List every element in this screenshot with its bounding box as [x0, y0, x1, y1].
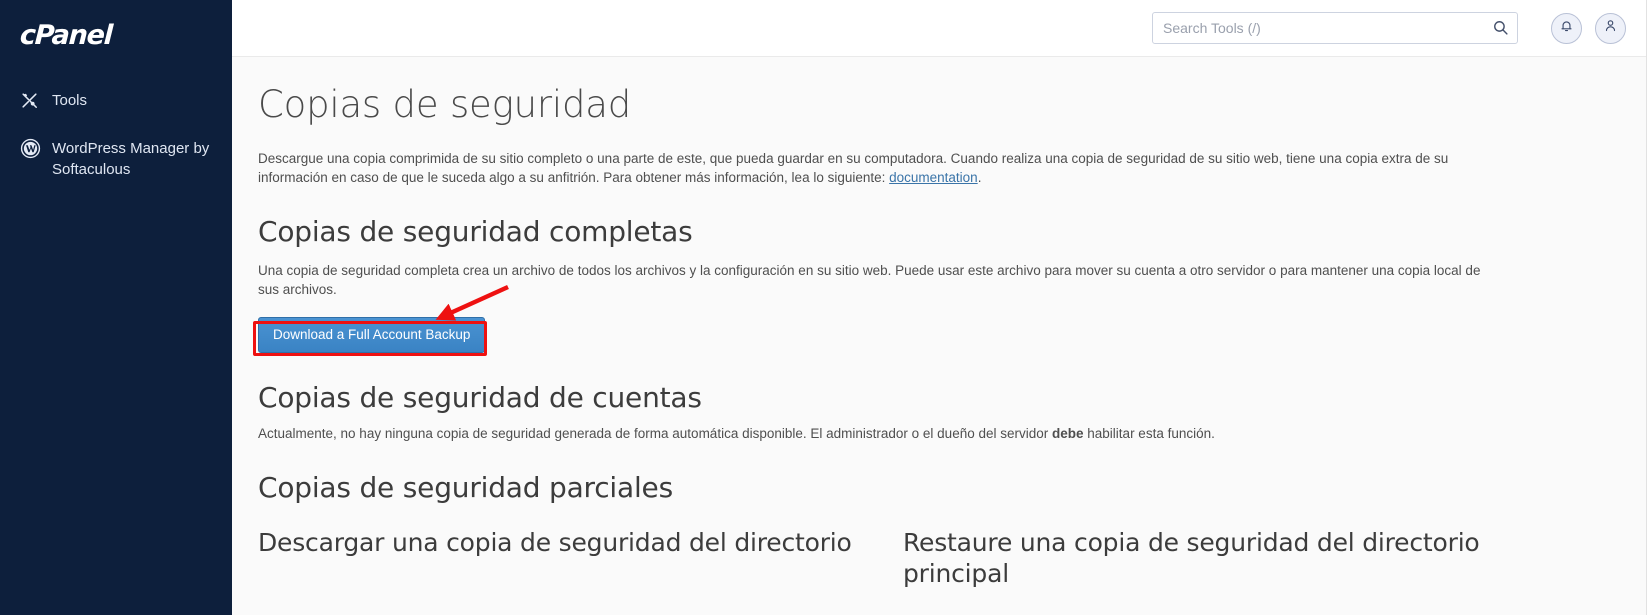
- partial-backups-left-column: Descargar una copia de seguridad del dir…: [258, 527, 898, 590]
- full-backups-heading: Copias de seguridad completas: [258, 215, 693, 249]
- partial-backups-heading: Copias de seguridad parciales: [258, 471, 673, 505]
- intro-text-after-link: .: [977, 170, 982, 186]
- page-content: Copias de seguridad Descargue una copia …: [232, 57, 1646, 615]
- account-button[interactable]: [1595, 12, 1626, 44]
- sidebar-nav: Tools WordPress Manager by Softaculous: [0, 84, 232, 186]
- sidebar-item-label-wordpress-manager: WordPress Manager by Softaculous: [52, 140, 210, 178]
- documentation-link[interactable]: documentation: [889, 170, 978, 185]
- account-backups-text-after-bold: habilitar esta función.: [1083, 426, 1215, 442]
- main-area: Copias de seguridad Descargue una copia …: [232, 0, 1646, 615]
- download-full-account-backup-button[interactable]: Download a Full Account Backup: [258, 316, 486, 354]
- cpanel-logo-text: cPanel: [19, 20, 113, 51]
- partial-backups-columns: Descargar una copia de seguridad del dir…: [258, 527, 1586, 590]
- cpanel-backup-page: cPanel Tools WordPress Manager by Softac…: [0, 0, 1647, 615]
- tools-icon: [20, 90, 46, 111]
- account-backups-paragraph: Actualmente, no hay ninguna copia de seg…: [258, 424, 1493, 443]
- user-icon: [1603, 18, 1618, 38]
- page-title: Copias de seguridad: [258, 83, 631, 126]
- wordpress-icon: [20, 138, 46, 159]
- intro-paragraph: Descargue una copia comprimida de su sit…: [258, 149, 1493, 187]
- notifications-button[interactable]: [1551, 12, 1582, 44]
- account-backups-bold-text: debe: [1052, 426, 1084, 442]
- account-backups-text-before-bold: Actualmente, no hay ninguna copia de seg…: [258, 426, 1053, 442]
- brand-logo[interactable]: cPanel: [0, 0, 232, 62]
- intro-text-before-link: Descargue una copia comprimida de su sit…: [258, 151, 1449, 186]
- bell-icon: [1559, 18, 1574, 38]
- account-backups-heading: Copias de seguridad de cuentas: [258, 381, 702, 415]
- full-backup-button-row: Download a Full Account Backup: [258, 316, 1586, 354]
- sidebar-item-tools[interactable]: Tools: [0, 84, 232, 118]
- full-backups-description: Una copia de seguridad completa crea un …: [258, 262, 1481, 297]
- partial-backups-right-column: Restaure una copia de seguridad del dire…: [903, 527, 1543, 590]
- search-input[interactable]: [1152, 12, 1518, 44]
- search-box: [1152, 12, 1518, 44]
- top-bar: [232, 0, 1646, 57]
- download-home-directory-backup-title: Descargar una copia de seguridad del dir…: [258, 527, 852, 557]
- restore-home-directory-backup-title: Restaure una copia de seguridad del dire…: [903, 527, 1480, 588]
- sidebar: cPanel Tools WordPress Manager by Softac…: [0, 0, 232, 615]
- sidebar-item-label-tools: Tools: [52, 92, 88, 109]
- sidebar-item-wordpress-manager[interactable]: WordPress Manager by Softaculous: [0, 132, 232, 186]
